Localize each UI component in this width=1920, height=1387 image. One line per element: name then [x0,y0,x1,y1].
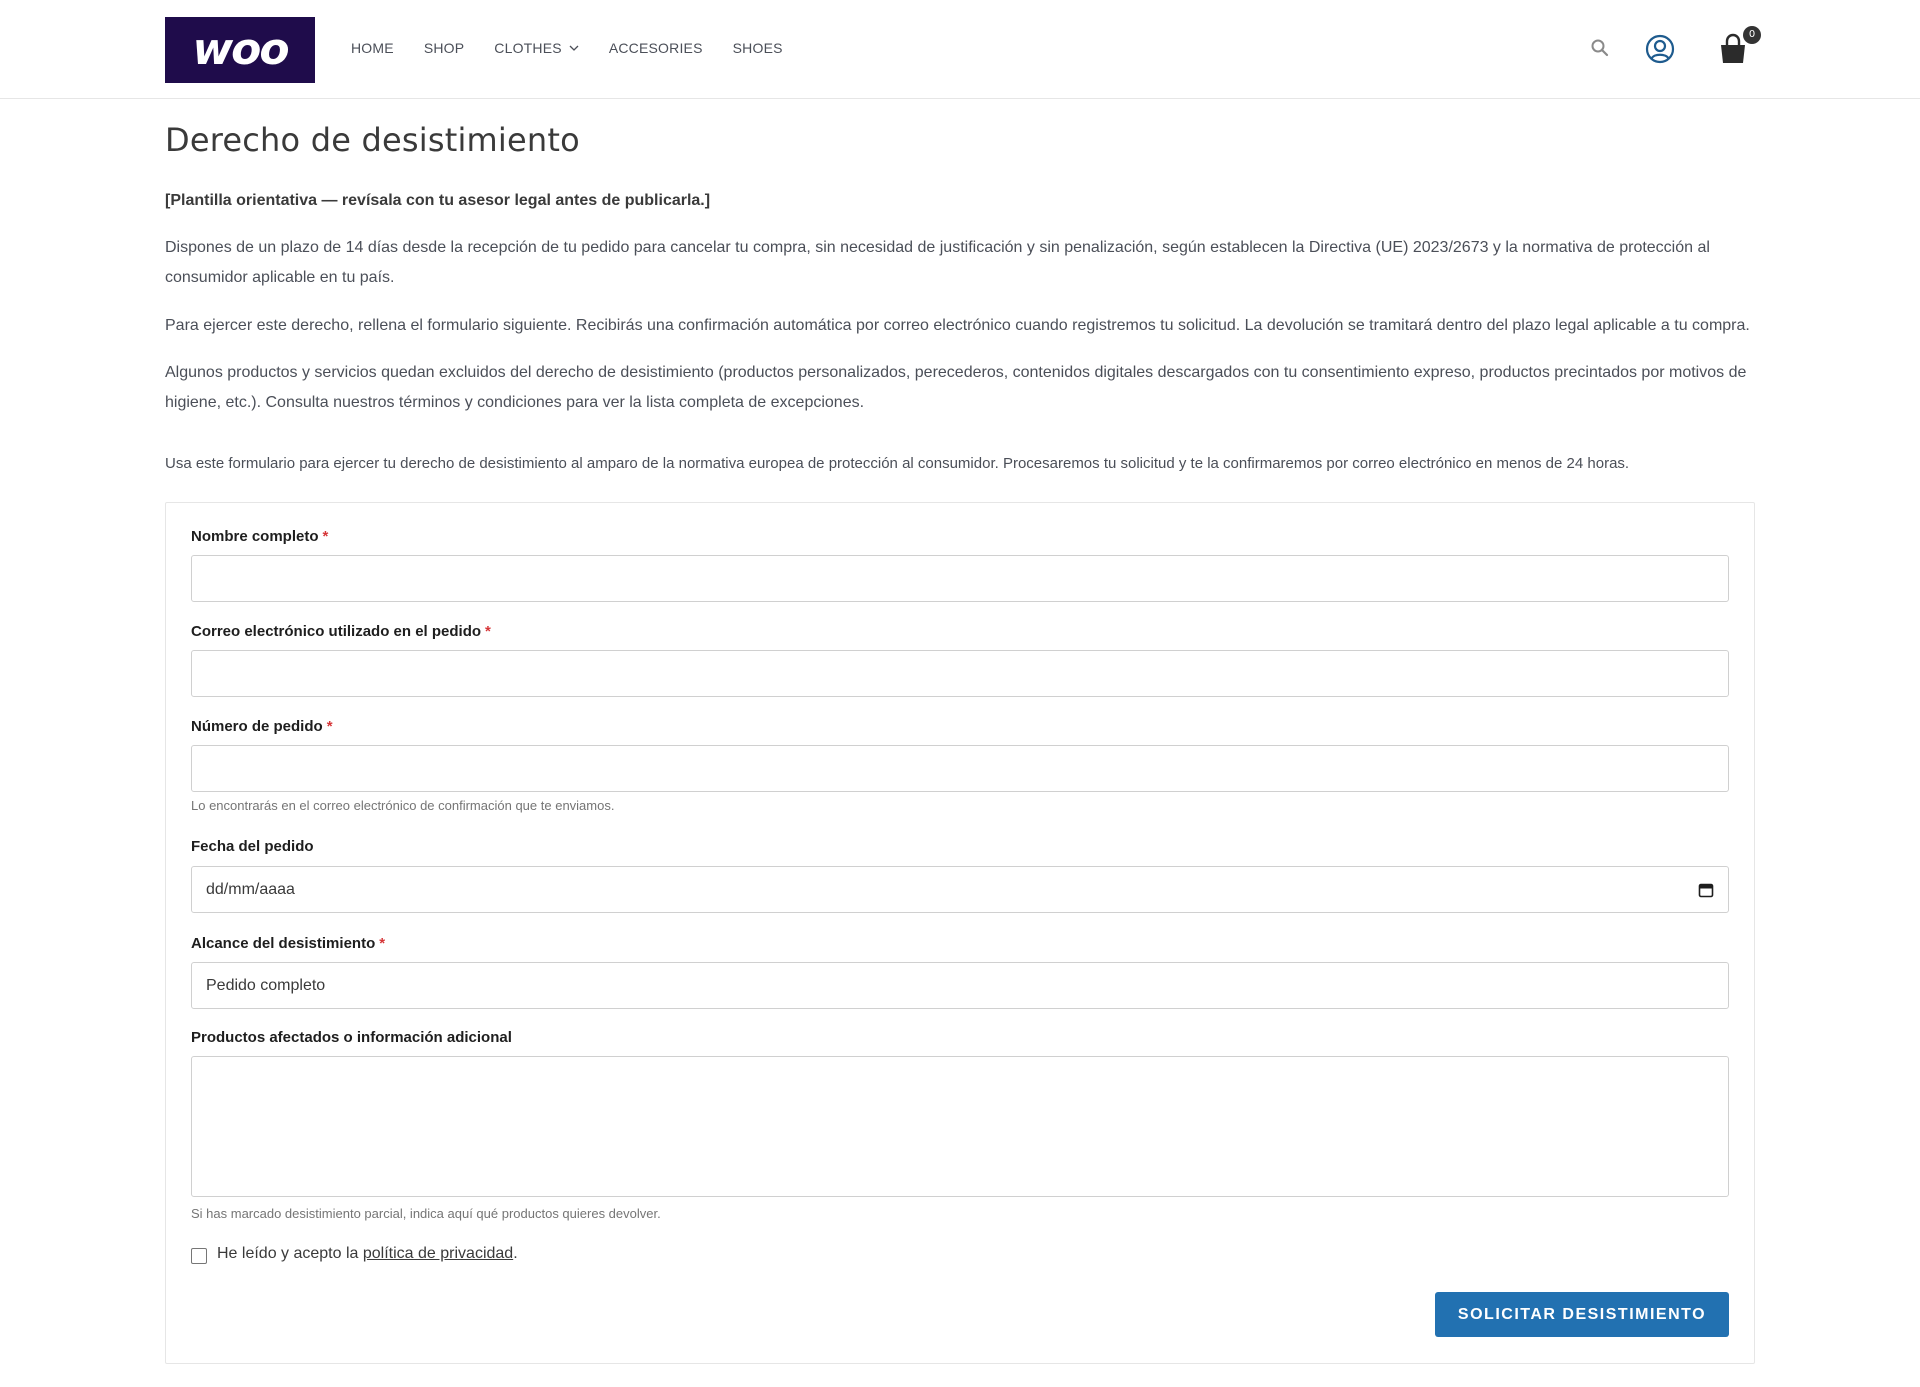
order-date-label: Fecha del pedido [191,838,314,855]
main-nav: HOME SHOP CLOTHES ACCESORIES SHOES [351,40,813,56]
nav-label: SHOES [732,40,783,56]
privacy-consent-checkbox[interactable] [191,1248,207,1264]
name-label: Nombre completo * [191,528,328,545]
nav-label: CLOTHES [494,40,562,56]
order-date-input[interactable]: dd/mm/aaaa [191,866,1729,913]
products-help: Si has marcado desistimiento parcial, in… [191,1206,661,1221]
site-logo[interactable]: woo [165,17,315,83]
paragraph-deadline: Dispones de un plazo de 14 días desde la… [165,239,1710,286]
nav-item-shoes[interactable]: SHOES [733,40,783,56]
logo-text: woo [192,24,289,75]
email-input[interactable] [191,650,1729,697]
cart-count-badge: 0 [1743,26,1761,44]
required-mark: * [379,935,386,952]
label-text: Correo electrónico utilizado en el pedid… [191,623,482,640]
scope-label: Alcance del desistimiento * [191,935,385,952]
required-mark: * [326,718,333,735]
nav-item-clothes[interactable]: CLOTHES [494,40,579,56]
date-placeholder: dd/mm/aaaa [206,880,295,898]
scope-select[interactable]: Pedido completo [191,962,1729,1009]
consent-text: He leído y acepto la [217,1245,359,1262]
nav-item-shop[interactable]: SHOP [424,40,464,56]
form-intro: Usa este formulario para ejercer tu dere… [165,455,1630,472]
calendar-icon[interactable] [1698,882,1714,898]
privacy-consent-label: He leído y acepto la política de privaci… [217,1245,518,1263]
user-icon[interactable] [1645,34,1675,64]
products-label: Productos afectados o información adicio… [191,1029,512,1046]
label-text: Productos afectados o información adicio… [191,1029,512,1046]
nav-label: SHOP [423,40,465,56]
label-text: Nombre completo [191,528,319,545]
email-label: Correo electrónico utilizado en el pedid… [191,623,491,640]
required-mark: * [485,623,491,640]
required-mark: * [322,528,329,545]
chevron-down-icon [569,45,579,51]
order-number-help: Lo encontrarás en el correo electrónico … [191,798,615,813]
page-title: Derecho de desistimiento [165,121,580,159]
paragraph-exclusions: Algunos productos y servicios quedan exc… [165,364,1747,411]
label-text: Número de pedido [191,718,323,735]
name-input[interactable] [191,555,1729,602]
paragraph-how-to: Para ejercer este derecho, rellena el fo… [165,317,1750,334]
nav-item-home[interactable]: HOME [351,40,394,56]
label-text: Alcance del desistimiento [191,935,376,952]
nav-label: HOME [351,40,394,56]
site-header: woo HOME SHOP CLOTHES ACCESORIES SHOES 0 [0,0,1920,99]
submit-withdrawal-button[interactable]: SOLICITAR DESISTIMIENTO [1435,1292,1729,1337]
search-icon[interactable] [1590,38,1610,58]
order-number-input[interactable] [191,745,1729,792]
nav-item-accesories[interactable]: ACCESORIES [609,40,703,56]
products-textarea[interactable] [191,1056,1729,1197]
nav-label: ACCESORIES [608,40,703,56]
scope-selected-value: Pedido completo [206,976,326,994]
consent-suffix: . [513,1245,518,1262]
privacy-policy-link[interactable]: política de privacidad [363,1245,513,1262]
order-number-label: Número de pedido * [191,718,333,735]
label-text: Fecha del pedido [191,838,314,855]
template-note: [Plantilla orientativa — revísala con tu… [165,192,711,209]
